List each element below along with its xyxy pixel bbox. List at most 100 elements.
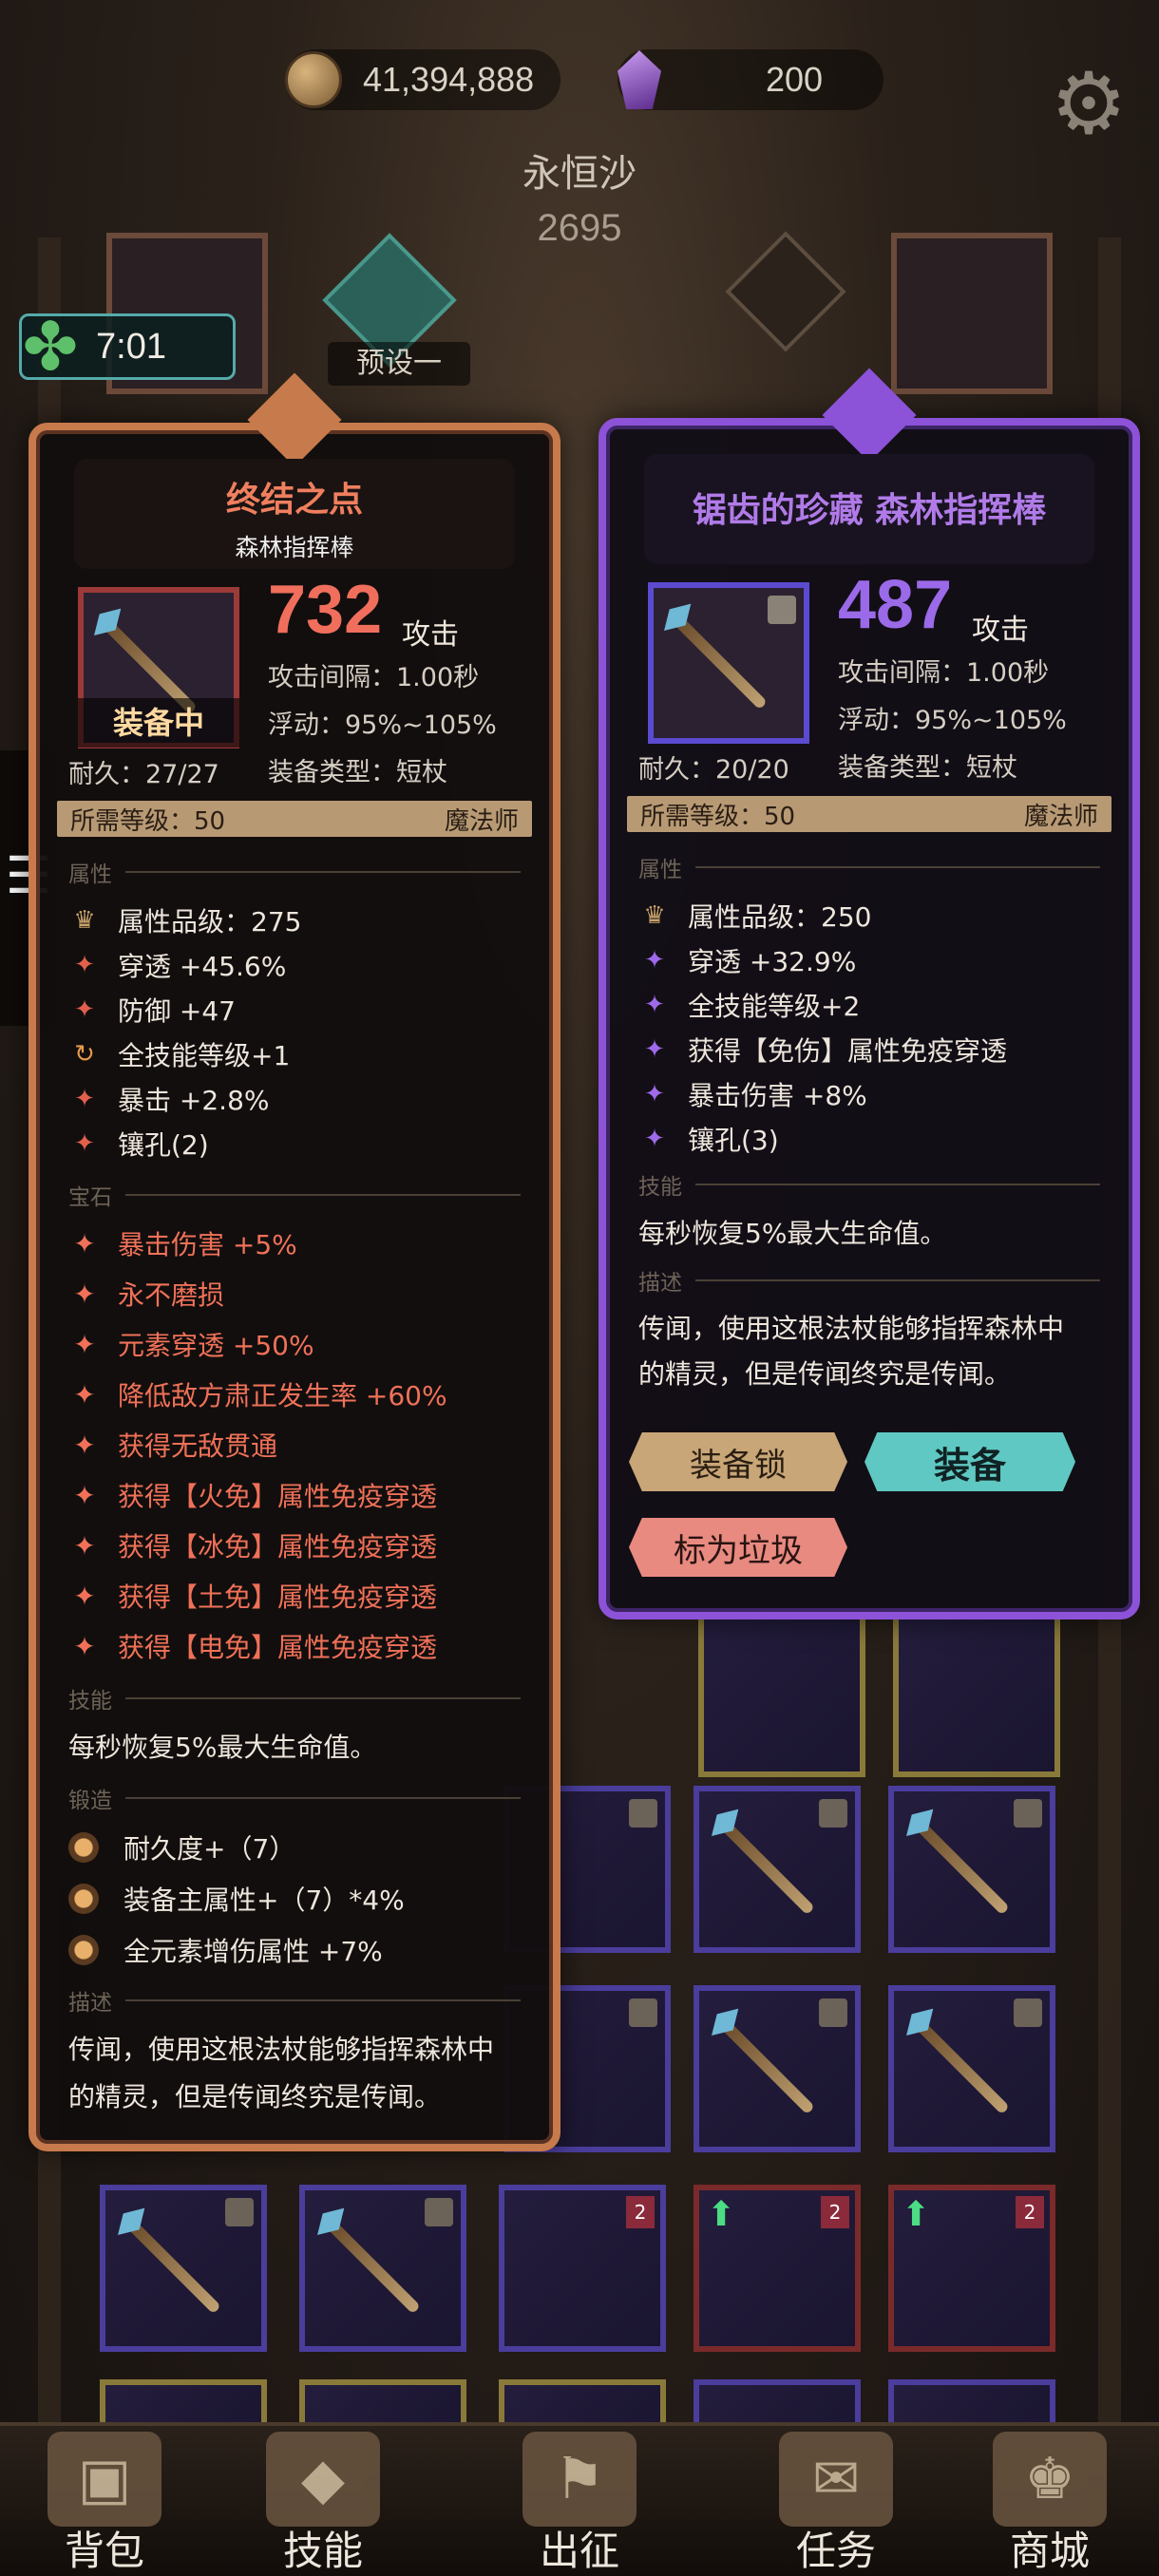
gem-counter: 200: [618, 49, 884, 110]
required-level: 所需等级：50: [640, 802, 796, 831]
preset-label[interactable]: 预设一: [328, 342, 470, 386]
gem-spark-icon: ✦: [73, 1429, 96, 1461]
forge-header: 锻造: [68, 1784, 521, 1813]
skill-text: 每秒恢复5%最大生命值。: [68, 1732, 377, 1763]
settings-gear-icon[interactable]: ⚙: [1045, 61, 1132, 148]
star-icon: ✦: [644, 946, 665, 975]
required-level: 所需等级：50: [70, 806, 226, 836]
star-icon: ✦: [644, 1035, 665, 1064]
staff-icon: [914, 2019, 1010, 2115]
lock-icon: [629, 1998, 657, 2027]
equipped-helmet-slot[interactable]: [891, 233, 1053, 394]
staff-icon: [672, 615, 768, 710]
gem-spark-icon: ✦: [73, 1227, 96, 1260]
nav-shop[interactable]: ♚ 商城: [955, 2426, 1145, 2576]
attack-value: 487: [838, 567, 953, 643]
forge-orb-icon: [68, 1935, 99, 1965]
forge-row: 全元素增伤属性 +7%: [68, 1931, 383, 1969]
star-icon: ✦: [74, 995, 95, 1024]
gem-row: ✦ 永不磨损: [68, 1275, 224, 1313]
attack-value: 732: [268, 572, 383, 648]
attribute-row: ✦ 镶孔(3): [638, 1120, 779, 1158]
item-title-banner: 锯齿的珍藏 森林指挥棒: [644, 454, 1094, 564]
gem-row: ✦ 获得【冰免】属性免疫穿透: [68, 1526, 437, 1564]
attack-interval: 攻击间隔：1.00秒: [838, 658, 1050, 688]
forge-row: 装备主属性+（7）*4%: [68, 1880, 405, 1918]
nav-expedition[interactable]: ⚑ 出征: [484, 2426, 674, 2576]
luck-timer[interactable]: ✤ 7:01: [19, 309, 236, 385]
lock-icon: [225, 2198, 254, 2226]
upgrade-arrow-icon: ⬆: [707, 2195, 736, 2234]
gem-row: ✦ 元素穿透 +50%: [68, 1325, 314, 1363]
attack-label: 攻击: [402, 618, 459, 652]
cycle-icon: ↻: [74, 1040, 95, 1069]
clover-icon: ✤: [22, 308, 79, 386]
star-icon: ✦: [74, 1085, 95, 1113]
lock-icon: [819, 1998, 847, 2027]
item-title-banner: 终结之点 森林指挥棒: [74, 459, 515, 569]
inventory-slot[interactable]: [888, 1985, 1055, 2152]
equipment-lock-button[interactable]: 装备锁: [629, 1432, 847, 1491]
lock-icon: [768, 596, 796, 624]
nav-quests[interactable]: ✉ 任务: [741, 2426, 931, 2576]
inventory-slot[interactable]: ⬆ 2: [694, 2185, 861, 2352]
star-icon: ✦: [644, 1080, 665, 1108]
required-class: 魔法师: [1023, 802, 1098, 831]
lock-icon: [425, 2198, 453, 2226]
durability: 耐久：20/20: [638, 755, 789, 785]
gem-spark-icon: ✦: [73, 1529, 96, 1562]
upgrade-arrow-icon: ⬆: [902, 2195, 931, 2234]
backpack-icon: ▣: [48, 2432, 162, 2527]
gold-amount: 41,394,888: [363, 60, 535, 99]
lock-icon: [1014, 1998, 1042, 2027]
attribute-row: ↻ 全技能等级+1: [68, 1035, 290, 1073]
requirement-bar: 所需等级：50 魔法师: [627, 796, 1112, 832]
mark-as-junk-button[interactable]: 标为垃圾: [629, 1518, 847, 1577]
new-tag-icon: 2: [626, 2196, 655, 2228]
gem-spark-icon: ✦: [73, 1378, 96, 1411]
gem-spark-icon: ✦: [73, 1278, 96, 1310]
gem-row: ✦ 降低敌方肃正发生率 +60%: [68, 1375, 446, 1413]
item-name: 锯齿的珍藏 森林指挥棒: [692, 491, 1047, 530]
new-tag-icon: 2: [1016, 2196, 1044, 2228]
equip-button[interactable]: 装备: [864, 1432, 1075, 1491]
compare-item-tooltip: 锯齿的珍藏 森林指挥棒 487 攻击 攻击间隔：1.00秒 浮动：95%~105…: [598, 368, 1140, 1619]
equipped-status: 装备中: [78, 698, 239, 748]
gem-row: ✦ 获得【土免】属性免疫穿透: [68, 1577, 437, 1615]
skills-header: 技能: [68, 1684, 521, 1714]
gem-row: ✦ 获得【电免】属性免疫穿透: [68, 1627, 437, 1665]
inventory-slot[interactable]: [893, 1610, 1060, 1777]
forge-orb-icon: [68, 1884, 99, 1914]
shop-icon: ♚: [993, 2432, 1107, 2527]
nav-skills[interactable]: ◆ 技能: [228, 2426, 418, 2576]
inventory-slot[interactable]: [694, 1786, 861, 1953]
attribute-row: ✦ 穿透 +32.9%: [638, 941, 856, 979]
staff-icon: [125, 2219, 221, 2315]
expedition-icon: ⚑: [522, 2432, 636, 2527]
map-name: 永恒沙: [522, 152, 636, 196]
gold-coin-icon: [285, 51, 342, 108]
skills-header: 技能: [638, 1170, 1100, 1200]
inventory-slot[interactable]: 2: [499, 2185, 666, 2352]
attribute-row: ✦ 获得【免伤】属性免疫穿透: [638, 1031, 1007, 1069]
staff-icon: [325, 2219, 421, 2315]
item-base-name: 森林指挥棒: [235, 534, 354, 561]
inventory-slot[interactable]: [888, 1786, 1055, 1953]
quest-scroll-icon: ✉: [779, 2432, 893, 2527]
inventory-slot[interactable]: [100, 2185, 267, 2352]
bottom-navigation: ▣ 背包 ◆ 技能 ⚑ 出征 ✉ 任务 ♚ 商城: [0, 2422, 1159, 2576]
attack-interval: 攻击间隔：1.00秒: [268, 663, 480, 692]
nav-backpack[interactable]: ▣ 背包: [10, 2426, 200, 2576]
required-class: 魔法师: [444, 806, 519, 836]
inventory-slot[interactable]: [299, 2185, 466, 2352]
forge-orb-icon: [68, 1832, 99, 1863]
timer-text: 7:01: [96, 326, 166, 367]
gem-row: ✦ 获得【火免】属性免疫穿透: [68, 1476, 437, 1514]
damage-variance: 浮动：95%~105%: [268, 710, 497, 740]
description-line: 的精灵，但是传闻终究是传闻。: [638, 1358, 1012, 1390]
description-header: 描述: [68, 1986, 521, 2016]
lock-icon: [629, 1799, 657, 1828]
inventory-slot[interactable]: [694, 1985, 861, 2152]
inventory-slot[interactable]: ⬆ 2: [888, 2185, 1055, 2352]
inventory-slot[interactable]: [698, 1610, 865, 1777]
